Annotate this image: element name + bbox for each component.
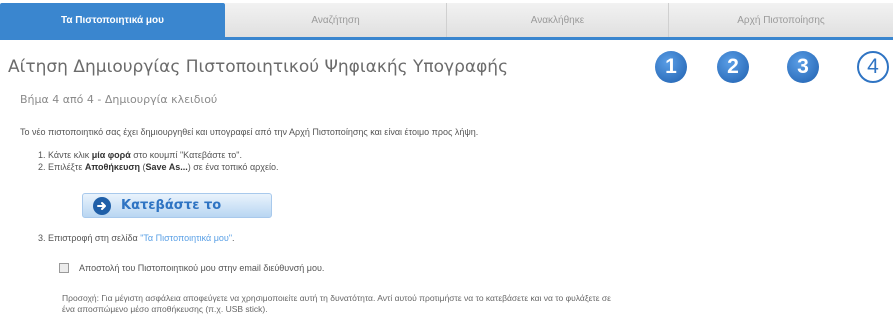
step-4-indicator: 4 — [857, 51, 889, 83]
instruction-text: στο κουμπί "Κατεβάστε το". — [130, 150, 242, 160]
tab-label: Αναζήτηση — [311, 14, 360, 26]
instruction-text: Επιστροφή στη σελίδα — [48, 233, 141, 243]
step-2-indicator: 2 — [717, 51, 749, 83]
step-3-indicator: 3 — [787, 51, 819, 83]
tab-label: Αρχή Πιστοποίησης — [737, 14, 825, 26]
tab-my-certificates[interactable]: Τα Πιστοποιητικά μου — [0, 3, 225, 37]
instruction-emphasis: Αποθήκευση — [84, 162, 141, 172]
download-button[interactable]: Κατεβάστε το — [82, 193, 272, 218]
tab-label: Τα Πιστοποιητικά μου — [61, 14, 164, 26]
step-subtitle: Βήμα 4 από 4 - Δημιουργία κλειδιού — [20, 93, 218, 106]
intro-text: Το νέο πιστοποιητικό σας έχει δημιουργηθ… — [20, 127, 479, 137]
email-checkbox-label[interactable]: Αποστολή του Πιστοποιητικού μου στην ema… — [79, 263, 324, 273]
download-button-label: Κατεβάστε το — [121, 198, 222, 213]
step-1-indicator: 1 — [655, 51, 687, 83]
instruction-text: Κάντε κλικ — [48, 150, 92, 160]
tab-label: Ανακλήθηκε — [530, 14, 585, 26]
list-number: 2. — [38, 162, 46, 172]
instruction-text: . — [232, 233, 235, 243]
instruction-text: Επιλέξτε — [48, 162, 85, 172]
page-title: Αίτηση Δημιουργίας Πιστοποιητικού Ψηφιακ… — [8, 57, 509, 77]
instruction-emphasis: Save As... — [145, 162, 188, 172]
list-number: 3. — [38, 233, 46, 243]
email-checkbox-row: Αποστολή του Πιστοποιητικού μου στην ema… — [59, 263, 324, 273]
security-note-line: ένα αποσπώμενο μέσο αποθήκευσης (π.χ. US… — [62, 304, 268, 314]
tab-search[interactable]: Αναζήτηση — [225, 3, 447, 37]
instruction-item-3: 3. Επιστροφή στη σελίδα "Τα Πιστοποιητικ… — [38, 233, 235, 243]
download-arrow-icon — [93, 196, 111, 215]
security-note: Προσοχή: Για μέγιστη ασφάλεια αποφεύγετε… — [62, 293, 862, 315]
list-number: 1. — [38, 150, 46, 160]
tab-revoked[interactable]: Ανακλήθηκε — [447, 3, 669, 37]
tab-certification-authority[interactable]: Αρχή Πιστοποίησης — [669, 3, 893, 37]
instruction-item-1: 1. Κάντε κλικ μία φορά στο κουμπί "Κατεβ… — [38, 150, 242, 160]
security-note-line: Προσοχή: Για μέγιστη ασφάλεια αποφεύγετε… — [62, 293, 611, 303]
instruction-text: ) σε ένα τοπικό αρχείο. — [187, 162, 279, 172]
tab-underline — [0, 37, 893, 40]
my-certificates-link[interactable]: "Τα Πιστοποιητικά μου" — [140, 233, 232, 243]
instruction-emphasis: μία φορά — [91, 150, 131, 160]
tab-bar: Τα Πιστοποιητικά μου Αναζήτηση Ανακλήθηκ… — [0, 0, 893, 40]
instruction-item-2: 2. Επιλέξτε Αποθήκευση (Save As...) σε έ… — [38, 162, 279, 172]
email-checkbox[interactable] — [59, 263, 69, 273]
